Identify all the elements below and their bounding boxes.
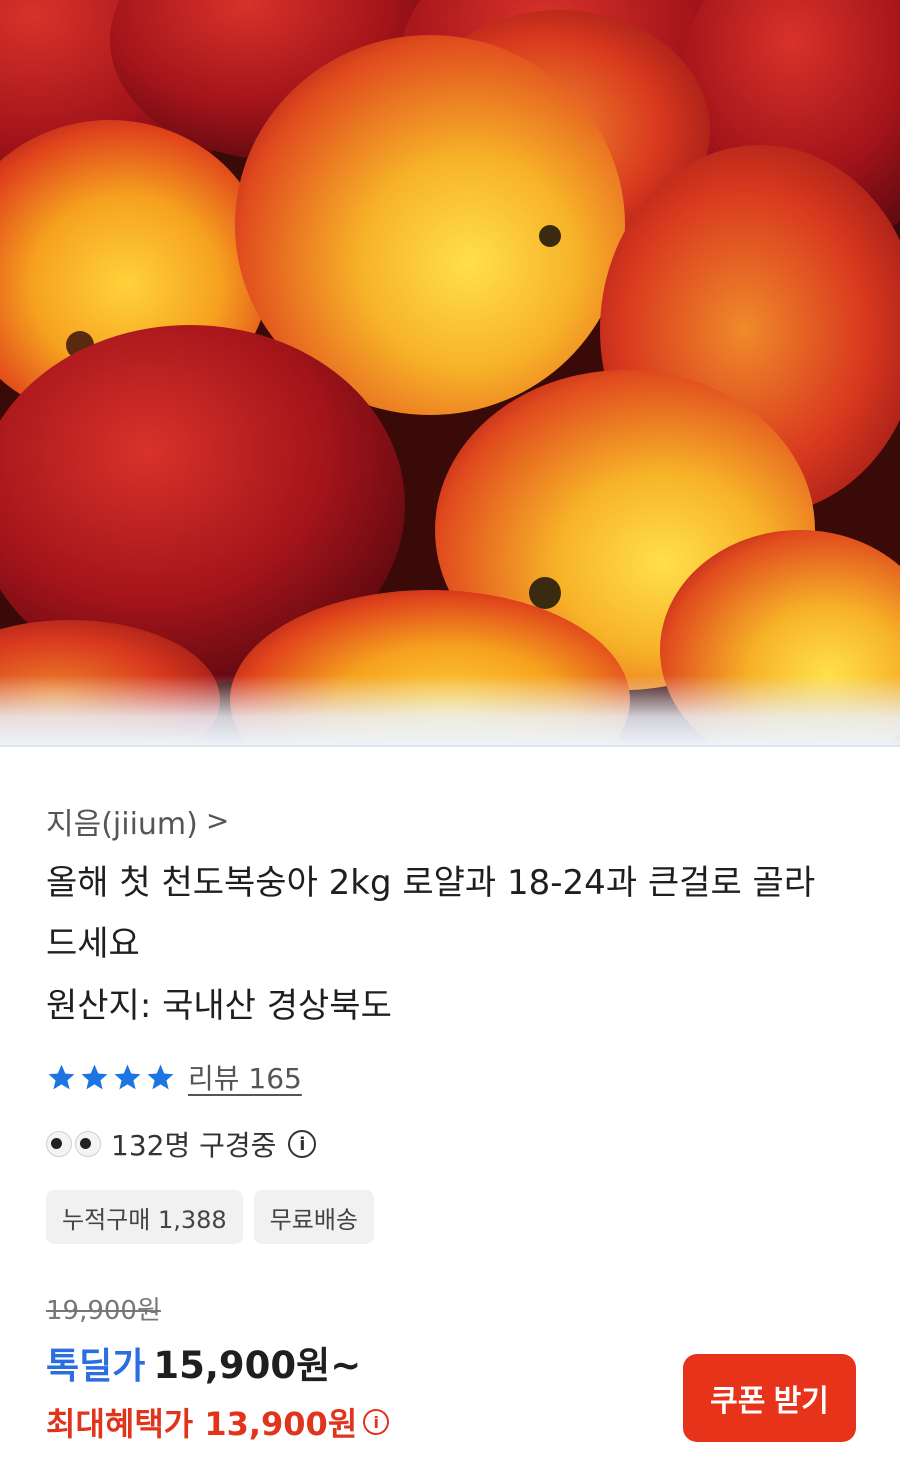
product-origin: 원산지: 국내산 경상북도 (46, 986, 392, 1026)
get-coupon-button[interactable]: 쿠폰 받기 (683, 1354, 856, 1442)
star-icon (147, 1064, 174, 1089)
deal-label: 톡딜가 (46, 1346, 146, 1387)
rating-row: 리뷰 165 (46, 1057, 302, 1097)
image-fade-overlay (0, 675, 900, 745)
chevron-right-icon: > (205, 803, 230, 837)
eyes-icon (46, 1131, 101, 1157)
review-count-link[interactable]: 리뷰 165 (188, 1057, 302, 1097)
info-icon[interactable]: i (363, 1409, 390, 1435)
badge-row: 누적구매 1,388 무료배송 (46, 1190, 374, 1244)
seller-link[interactable]: 지음(jiium) > (46, 799, 229, 843)
star-icon (48, 1064, 75, 1089)
product-image (0, 0, 900, 745)
star-icon (81, 1064, 108, 1089)
seller-name: 지음(jiium) (46, 807, 198, 842)
max-benefit-row: 최대혜택가 13,900원 i (46, 1399, 390, 1445)
viewers-row: 132명 구경중 i (46, 1124, 317, 1164)
deal-price: 15,900원~ (153, 1344, 362, 1387)
deal-price-row: 톡딜가 15,900원~ (46, 1335, 361, 1389)
max-benefit-price: 최대혜택가 13,900원 (46, 1405, 358, 1443)
original-price: 19,900원 (46, 1296, 161, 1326)
viewers-text: 132명 구경중 (111, 1129, 277, 1162)
info-icon[interactable]: i (288, 1130, 317, 1158)
product-info-panel: 지음(jiium) > 올해 첫 천도복숭아 2kg 로얄과 18-24과 큰걸… (0, 747, 900, 1471)
free-shipping-badge: 무료배송 (253, 1190, 374, 1244)
star-icon (114, 1064, 141, 1089)
product-title: 올해 첫 천도복숭아 2kg 로얄과 18-24과 큰걸로 골라드세요 (46, 863, 816, 964)
cumulative-purchase-badge: 누적구매 1,388 (46, 1190, 243, 1244)
